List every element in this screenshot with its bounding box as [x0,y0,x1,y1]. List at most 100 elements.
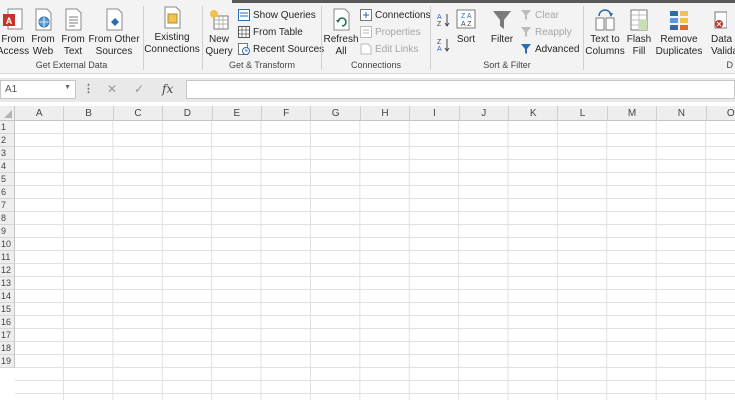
sort-button[interactable]: Z AA Z Sort [453,8,479,46]
column-header-d[interactable]: D [163,106,213,121]
new-query-button[interactable]: New Query [204,8,234,58]
row-header-8[interactable]: 8 [0,212,15,225]
column-header-h[interactable]: H [360,106,411,121]
text-to-columns-button[interactable]: Text to Columns [585,8,625,58]
row-header-4[interactable]: 4 [0,160,15,173]
column-header-k[interactable]: K [509,106,559,121]
connections-button[interactable]: Connections [360,7,431,23]
globe-page-icon [32,8,54,32]
show-queries-label: Show Queries [253,9,316,21]
row-header-10[interactable]: 10 [0,238,15,251]
worksheet-grid[interactable]: ABCDEFGHIJKLMNO 1 2 3 4 5 6 7 8 9 10 11 12 13 14 15 16 1… [0,106,735,400]
from-text-button[interactable]: From Text [60,8,86,58]
text-file-icon [62,8,84,32]
row-header-11[interactable]: 11 [0,251,15,264]
column-header-o[interactable]: O [706,106,735,121]
text-to-columns-label: Text to Columns [585,34,625,57]
svg-text:A Z: A Z [461,21,472,28]
advanced-filter-button[interactable]: Advanced [520,41,579,57]
clear-filter-icon [520,9,532,21]
show-queries-button[interactable]: Show Queries [238,7,316,23]
remove-duplicates-button[interactable]: Remove Duplicates [656,8,702,58]
refresh-all-button[interactable]: Refresh All [323,8,359,58]
svg-text:A: A [437,14,442,21]
formula-input[interactable] [186,80,735,99]
row-header-13[interactable]: 13 [0,277,15,290]
advanced-filter-label: Advanced [535,43,580,55]
row-header-1[interactable]: 1 [0,121,15,134]
from-other-sources-button[interactable]: From Other Sources [88,8,140,58]
cell-area[interactable] [15,121,735,400]
sort-za-button[interactable]: ZA [436,37,450,53]
row-header-19[interactable]: 19 [0,355,15,368]
formula-bar: A1 ▼ ⋮ ✕ ✓ fx [0,78,735,102]
text-to-columns-icon [594,8,616,32]
from-web-label: From Web [31,34,55,57]
svg-text:A: A [437,46,442,53]
group-data-tools: Text to Columns Flash Fill Remove Duplic… [584,2,735,72]
edit-links-label: Edit Links [375,43,419,55]
cancel-icon[interactable]: ✕ [107,82,117,96]
row-header-17[interactable]: 17 [0,329,15,342]
chevron-down-icon[interactable]: ▼ [64,84,71,91]
column-header-b[interactable]: B [64,106,114,121]
row-header-5[interactable]: 5 [0,173,15,186]
existing-connections-button[interactable]: Existing Connections [144,6,200,56]
row-header-6[interactable]: 6 [0,186,15,199]
reapply-button[interactable]: Reapply [520,24,572,40]
from-web-button[interactable]: From Web [30,8,56,58]
properties-icon [360,26,372,38]
group-connections: Refresh All Connections Properties Edit … [322,2,431,72]
select-all-button[interactable] [0,106,15,121]
flash-fill-button[interactable]: Flash Fill [626,8,652,58]
from-access-button[interactable]: A From Access [0,8,29,58]
group-sort-filter: AZ ZA Z AA Z Sort Filter Clear Reapply A… [431,2,583,72]
row-header-2[interactable]: 2 [0,134,15,147]
clear-filter-label: Clear [535,9,559,21]
row-header-16[interactable]: 16 [0,316,15,329]
refresh-all-label: Refresh All [323,34,359,57]
sort-za-icon: ZA [436,37,450,53]
column-header-i[interactable]: I [410,106,460,121]
sort-az-button[interactable]: AZ [436,12,450,28]
column-header-n[interactable]: N [657,106,707,121]
existing-connections-icon [161,6,183,30]
properties-button[interactable]: Properties [360,24,421,40]
recent-sources-icon [238,43,250,55]
column-header-a[interactable]: A [15,106,65,121]
row-header-18[interactable]: 18 [0,342,15,355]
enter-icon[interactable]: ✓ [134,82,144,96]
clear-filter-button[interactable]: Clear [520,7,559,23]
row-header-14[interactable]: 14 [0,290,15,303]
sort-az-icon: AZ [436,12,450,28]
other-sources-icon [103,8,125,32]
row-header-9[interactable]: 9 [0,225,15,238]
insert-function-icon[interactable]: fx [162,82,173,96]
from-other-sources-label: From Other Sources [88,34,140,57]
group-get-transform: New Query Show Queries From Table Recent… [203,2,324,72]
row-header-3[interactable]: 3 [0,147,15,160]
recent-sources-label: Recent Sources [253,43,325,55]
column-header-j[interactable]: J [459,106,509,121]
new-query-label: New Query [205,34,233,57]
recent-sources-button[interactable]: Recent Sources [238,41,324,57]
remove-duplicates-icon [668,8,690,32]
column-header-l[interactable]: L [558,106,608,121]
row-header-12[interactable]: 12 [0,264,15,277]
column-header-e[interactable]: E [212,106,262,121]
row-header-7[interactable]: 7 [0,199,15,212]
data-validation-button[interactable]: Data Validation [705,8,735,58]
column-header-m[interactable]: M [607,106,658,121]
existing-connections-label: Existing Connections [144,32,200,55]
row-header-15[interactable]: 15 [0,303,15,316]
filter-button[interactable]: Filter [489,8,515,46]
svg-text:Z: Z [437,21,442,28]
column-header-c[interactable]: C [113,106,164,121]
name-box[interactable]: A1 ▼ [0,80,76,99]
column-header-f[interactable]: F [262,106,312,121]
column-header-g[interactable]: G [311,106,361,121]
data-validation-icon [705,8,728,32]
formula-bar-grip-icon[interactable]: ⋮ [83,82,94,95]
from-table-button[interactable]: From Table [238,24,303,40]
edit-links-button[interactable]: Edit Links [360,41,418,57]
